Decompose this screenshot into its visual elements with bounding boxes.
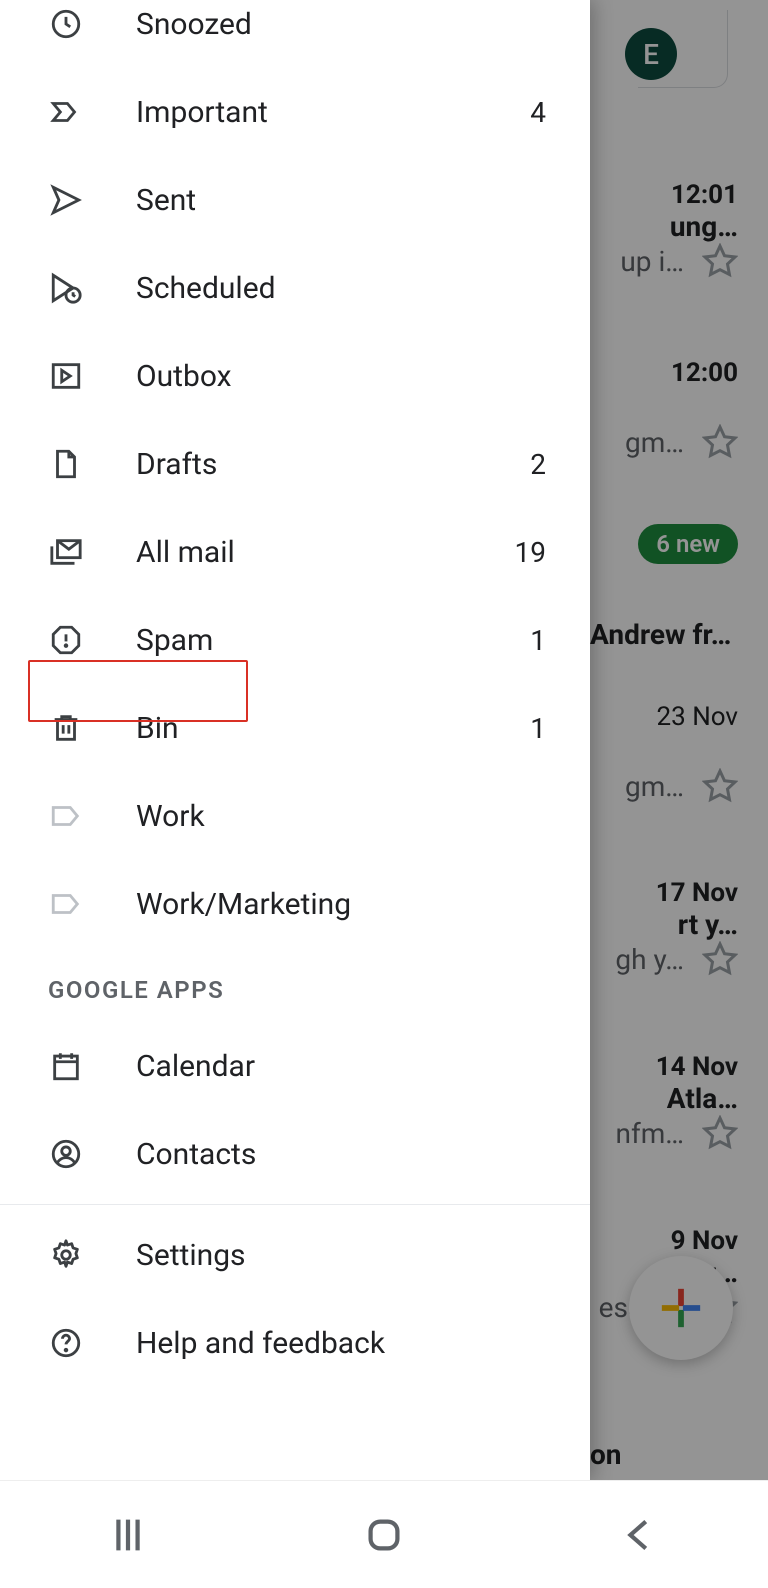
spam-icon [48, 622, 84, 658]
nav-label: Scheduled [136, 271, 546, 306]
calendar-icon [48, 1048, 84, 1084]
nav-label: Work [136, 799, 546, 834]
nav-item-important[interactable]: Important 4 [0, 68, 590, 156]
nav-label: Outbox [136, 359, 546, 394]
nav-label: Drafts [136, 447, 530, 482]
nav-label: Bin [136, 711, 530, 746]
nav-item-contacts[interactable]: Contacts [0, 1110, 590, 1198]
nav-label: Work/Marketing [136, 887, 546, 922]
nav-item-calendar[interactable]: Calendar [0, 1022, 590, 1110]
nav-count: 1 [530, 712, 546, 745]
recents-button[interactable] [105, 1512, 151, 1558]
stacked-mail-icon [48, 534, 84, 570]
nav-item-sent[interactable]: Sent [0, 156, 590, 244]
nav-item-scheduled[interactable]: Scheduled [0, 244, 590, 332]
nav-label: Calendar [136, 1049, 546, 1084]
label-icon [48, 798, 84, 834]
nav-count: 19 [515, 536, 546, 569]
file-icon [48, 446, 84, 482]
trash-icon [48, 710, 84, 746]
nav-item-drafts[interactable]: Drafts 2 [0, 420, 590, 508]
section-google-apps: GOOGLE APPS [0, 948, 590, 1022]
nav-drawer: Snoozed Important 4 Sent Scheduled Outbo… [0, 0, 590, 1480]
nav-label: Help and feedback [136, 1326, 546, 1361]
nav-label: Spam [136, 623, 530, 658]
nav-label: Settings [136, 1238, 546, 1273]
help-icon [48, 1325, 84, 1361]
outbox-icon [48, 358, 84, 394]
nav-item-label-work-marketing[interactable]: Work/Marketing [0, 860, 590, 948]
back-button[interactable] [617, 1512, 663, 1558]
contacts-icon [48, 1136, 84, 1172]
nav-label: Sent [136, 183, 546, 218]
gear-icon [48, 1237, 84, 1273]
label-icon [48, 886, 84, 922]
nav-item-help[interactable]: Help and feedback [0, 1299, 590, 1387]
nav-item-settings[interactable]: Settings [0, 1211, 590, 1299]
nav-item-bin[interactable]: Bin 1 [0, 684, 590, 772]
nav-count: 1 [530, 624, 546, 657]
nav-item-outbox[interactable]: Outbox [0, 332, 590, 420]
scheduled-icon [48, 270, 84, 306]
divider [0, 1204, 590, 1205]
nav-count: 4 [530, 96, 546, 129]
nav-item-snoozed[interactable]: Snoozed [0, 0, 590, 68]
nav-label: Important [136, 95, 530, 130]
important-icon [48, 94, 84, 130]
clock-icon [48, 6, 84, 42]
nav-item-allmail[interactable]: All mail 19 [0, 508, 590, 596]
nav-count: 2 [530, 448, 546, 481]
nav-label: All mail [136, 535, 515, 570]
send-icon [48, 182, 84, 218]
nav-label: Snoozed [136, 7, 546, 42]
home-button[interactable] [361, 1512, 407, 1558]
android-navbar [0, 1480, 768, 1588]
nav-item-label-work[interactable]: Work [0, 772, 590, 860]
nav-item-spam[interactable]: Spam 1 [0, 596, 590, 684]
scrim-overlay[interactable] [590, 0, 768, 1480]
nav-label: Contacts [136, 1137, 546, 1172]
